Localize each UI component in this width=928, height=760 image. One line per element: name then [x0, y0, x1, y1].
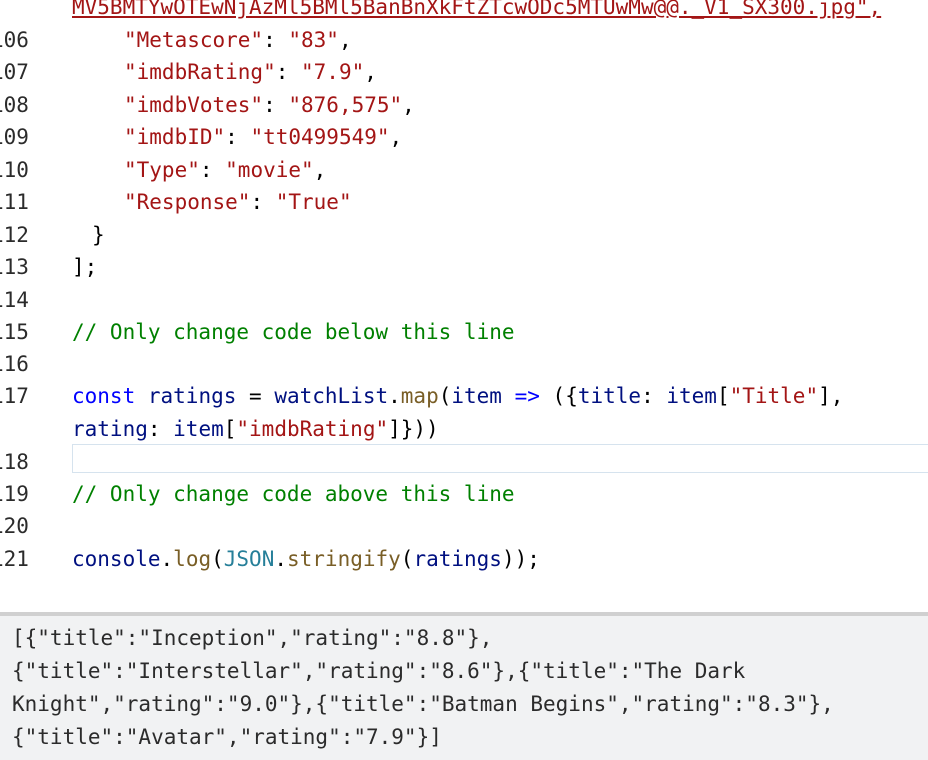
- output-line: Knight","rating":"9.0"},{"title":"Batman…: [12, 692, 834, 716]
- code-line-117: 117 const ratings = watchList.map(item =…: [0, 380, 928, 412]
- line-number: 118: [0, 450, 29, 474]
- function-name: map: [400, 384, 439, 408]
- code-line-107: 107 "imdbRating": "7.9",: [0, 56, 928, 88]
- json-value: "True": [275, 190, 352, 214]
- variable: item: [666, 384, 717, 408]
- code-line-partial: MV5BMTYwOTEwNjAzMl5BMl5BanBnXkFtZTcwODc5…: [72, 0, 882, 19]
- code-line-117-wrap: rating: item["imdbRating"]})): [72, 417, 439, 441]
- output-line: [{"title":"Inception","rating":"8.8"},: [12, 626, 493, 650]
- json-key: "imdbID": [124, 125, 226, 149]
- code-line-108: 108 "imdbVotes": "876,575",: [0, 89, 928, 121]
- output-line: {"title":"Interstellar","rating":"8.6"},…: [12, 659, 746, 683]
- json-key: "imdbVotes": [124, 93, 264, 117]
- line-number: 120: [0, 514, 29, 538]
- json-key: "Type": [124, 158, 200, 182]
- variable: console: [72, 547, 161, 571]
- line-number: 107: [0, 60, 29, 84]
- line-number: 113: [0, 255, 29, 279]
- code-line-110: 110 "Type": "movie",: [0, 154, 928, 186]
- variable: item: [173, 417, 224, 441]
- line-number: 112: [0, 223, 29, 247]
- code-line-119: 119 // Only change code above this line: [0, 478, 928, 510]
- json-key: "Response": [124, 190, 251, 214]
- closing-bracket: ];: [72, 255, 98, 279]
- code-line-109: 109 "imdbID": "tt0499549",: [0, 121, 928, 153]
- code-line-111: 111 "Response": "True": [0, 186, 928, 218]
- code-line-121: 121 console.log(JSON.stringify(ratings))…: [0, 543, 928, 575]
- string-literal: "Title": [729, 384, 819, 408]
- json-value: "movie": [225, 158, 314, 182]
- property-key: title: [577, 384, 642, 408]
- json-value: "tt0499549": [250, 125, 390, 149]
- code-line-114: 114: [0, 284, 928, 316]
- line-number: 115: [0, 320, 29, 344]
- code-line-115: 115 // Only change code below this line: [0, 316, 928, 348]
- code-comment: // Only change code above this line: [72, 482, 515, 506]
- variable: watchList: [274, 384, 389, 408]
- code-line-112: 112 }: [0, 219, 928, 251]
- variable: ratings: [147, 384, 237, 408]
- line-number: 114: [0, 288, 29, 312]
- json-value: "7.9": [301, 60, 365, 84]
- code-line-116: 116: [0, 348, 928, 380]
- line-number: 106: [0, 28, 29, 52]
- code-comment: // Only change code below this line: [72, 320, 515, 344]
- type-name: JSON: [223, 547, 275, 571]
- line-number: 109: [0, 125, 29, 149]
- closing-brace: }: [92, 223, 105, 247]
- json-key: "imdbRating": [124, 60, 276, 84]
- line-number: 119: [0, 482, 29, 506]
- code-line-106: 106 "Metascore": "83",: [0, 24, 928, 56]
- function-name: stringify: [287, 547, 401, 571]
- code-editor[interactable]: MV5BMTYwOTEwNjAzMl5BMl5BanBnXkFtZTcwODc5…: [0, 0, 928, 612]
- function-name: log: [173, 547, 212, 571]
- keyword: const: [72, 384, 136, 408]
- json-key: "Metascore": [124, 28, 264, 52]
- line-number: 121: [0, 547, 29, 571]
- variable: ratings: [413, 547, 502, 571]
- console-output-panel: [{"title":"Inception","rating":"8.8"}, {…: [0, 612, 928, 760]
- console-output-text: [{"title":"Inception","rating":"8.8"}, {…: [12, 622, 912, 754]
- json-value: "876,575": [288, 93, 403, 117]
- string-literal: "imdbRating": [236, 417, 389, 441]
- line-number: 111: [0, 190, 29, 214]
- line-number: 110: [0, 158, 29, 182]
- parameter: item: [451, 384, 502, 408]
- output-line: {"title":"Avatar","rating":"7.9"}]: [12, 725, 442, 749]
- code-line-120: 120: [0, 510, 928, 542]
- line-number: 116: [0, 352, 29, 376]
- property-key: rating: [72, 417, 148, 441]
- line-number: 108: [0, 93, 29, 117]
- line-number: 117: [0, 384, 29, 408]
- code-line-118[interactable]: 118: [0, 446, 928, 478]
- json-value: "83": [288, 28, 339, 52]
- code-line-113: 113 ];: [0, 251, 928, 283]
